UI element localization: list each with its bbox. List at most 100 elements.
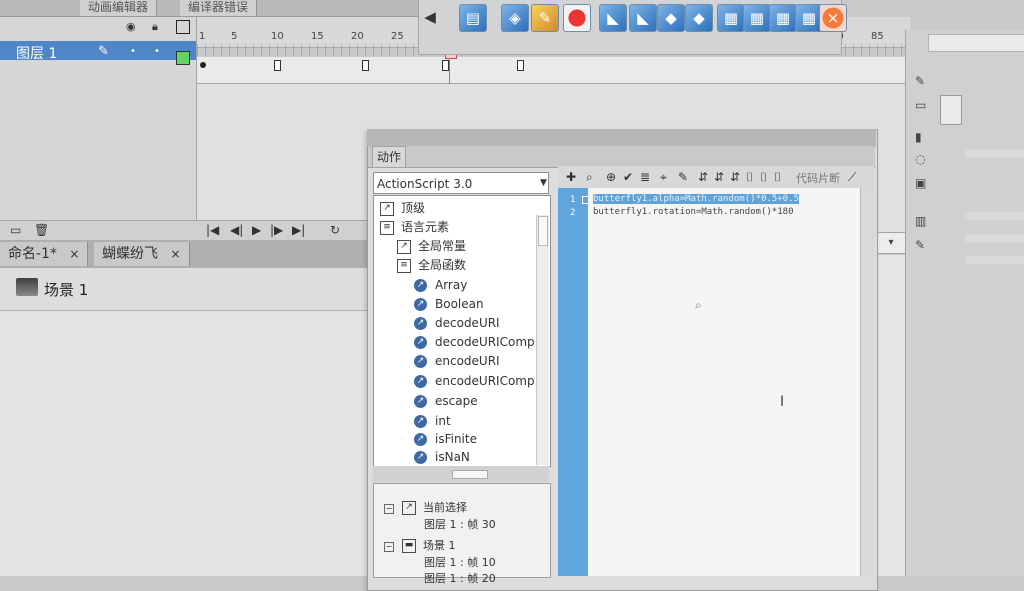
- layer-visibility-dot[interactable]: •: [130, 46, 136, 57]
- tool-icon[interactable]: ▣: [915, 176, 929, 190]
- tree-item-function[interactable]: ↗ decodeURIComp...: [414, 333, 546, 351]
- chevron-down-icon[interactable]: ▼: [540, 178, 547, 188]
- keyframe-box[interactable]: [517, 60, 524, 71]
- code-hint-icon[interactable]: ⌖: [660, 170, 667, 185]
- pencil-icon[interactable]: ✎: [531, 4, 559, 32]
- shape-icon[interactable]: ◆: [657, 4, 685, 32]
- layer-lock-dot[interactable]: •: [154, 46, 160, 57]
- keyframe[interactable]: [200, 62, 206, 68]
- prev-frame-icon[interactable]: ◀|: [230, 223, 243, 237]
- tree-item-function[interactable]: ↗ encodeURI: [414, 352, 500, 370]
- tree-item-function[interactable]: ↗ decodeURI: [414, 314, 500, 332]
- tab-compiler-errors[interactable]: 编译器错误: [180, 0, 258, 16]
- code-icon[interactable]: ◈: [501, 4, 529, 32]
- tool-icon[interactable]: ▮: [915, 130, 929, 144]
- image-icon[interactable]: ▦: [717, 4, 745, 32]
- record-icon[interactable]: [563, 4, 591, 32]
- image-icon[interactable]: ▦: [769, 4, 797, 32]
- tab-motion-editor[interactable]: 动画编辑器: [80, 0, 158, 16]
- scrollbar-thumb[interactable]: [538, 216, 548, 246]
- loop-icon[interactable]: ↻: [330, 223, 340, 237]
- close-icon[interactable]: ×: [170, 247, 180, 261]
- tool-icon[interactable]: ✎: [915, 238, 929, 252]
- new-layer-icon[interactable]: ▭: [10, 223, 21, 237]
- property-field[interactable]: [965, 150, 1024, 158]
- close-circle-icon[interactable]: ×: [819, 4, 847, 32]
- tree-item-function[interactable]: ↗ isFinite: [414, 430, 477, 448]
- actions-titlebar[interactable]: [367, 129, 876, 147]
- display-icon[interactable]: ▤: [459, 4, 487, 32]
- stage-area[interactable]: [0, 311, 380, 576]
- auto-format-icon[interactable]: ≣: [640, 170, 650, 184]
- scene-label[interactable]: 场景 1: [44, 279, 88, 300]
- tab-actions[interactable]: 动作: [372, 146, 406, 167]
- tree-scrollbar[interactable]: [536, 215, 549, 465]
- image-icon[interactable]: ▦: [743, 4, 771, 32]
- keyframe-box[interactable]: [442, 60, 449, 71]
- tool-icon[interactable]: ▥: [915, 214, 929, 228]
- shape-icon[interactable]: ◣: [599, 4, 627, 32]
- editor-scrollbar[interactable]: [860, 188, 875, 576]
- splitter-grip[interactable]: [452, 470, 488, 479]
- add-statement-icon[interactable]: ✚: [566, 170, 576, 184]
- scope-item-current-selection[interactable]: − ↗ 当前选择: [384, 499, 467, 515]
- last-frame-icon[interactable]: ▶|: [292, 223, 305, 237]
- tree-item-function[interactable]: ↗ isNaN: [414, 448, 470, 466]
- code-line[interactable]: butterfly1.rotation=Math.random()*180: [593, 207, 793, 217]
- lock-icon[interactable]: 🔒︎: [152, 20, 166, 33]
- check-syntax-icon[interactable]: ✔: [623, 170, 633, 184]
- code-snippets-button[interactable]: 代码片断: [796, 170, 840, 186]
- tree-item-global-functions[interactable]: ≡ 全局函数: [397, 256, 466, 274]
- tree-item-function[interactable]: ↗ Boolean: [414, 295, 484, 313]
- collapse-icon[interactable]: −: [384, 504, 394, 514]
- expand-all-icon[interactable]: ⇵: [730, 170, 740, 184]
- frames-row[interactable]: [197, 57, 909, 84]
- first-frame-icon[interactable]: |◀: [206, 223, 219, 237]
- shape-icon[interactable]: ◣: [629, 4, 657, 32]
- color-swatch[interactable]: [940, 95, 962, 125]
- close-icon[interactable]: ×: [69, 247, 79, 261]
- code-line[interactable]: butterfly1.alpha=Math.random()*0.5+0.5: [593, 194, 799, 204]
- next-frame-icon[interactable]: |▶: [270, 223, 283, 237]
- uncomment-icon[interactable]: ⌷: [774, 170, 781, 185]
- tree-item-function[interactable]: ↗ encodeURIComp...: [414, 372, 546, 390]
- layer-outline-color[interactable]: [176, 51, 190, 65]
- property-field[interactable]: [965, 212, 1024, 220]
- keyframe-box[interactable]: [274, 60, 281, 71]
- tree-item-function[interactable]: ↗ int: [414, 412, 451, 430]
- find-icon[interactable]: ⌕: [586, 170, 593, 185]
- collapse-icon[interactable]: −: [384, 542, 394, 552]
- outline-icon[interactable]: [176, 20, 190, 34]
- collapse-arrow-icon[interactable]: ◀: [423, 4, 437, 30]
- tree-item-function[interactable]: ↗ Array: [414, 276, 467, 294]
- tree-item-language-elements[interactable]: ≡ 语言元素: [380, 218, 449, 236]
- scope-item-frame[interactable]: 图层 1 : 帧 20: [424, 570, 496, 586]
- tool-icon[interactable]: ✎: [915, 74, 929, 88]
- property-field[interactable]: [965, 256, 1024, 264]
- scope-item-scene[interactable]: − ▬ 场景 1: [384, 537, 456, 553]
- keyframe-box[interactable]: [362, 60, 369, 71]
- language-select[interactable]: ActionScript 3.0: [373, 172, 549, 194]
- scope-item-frame[interactable]: 图层 1 : 帧 30: [424, 516, 496, 532]
- tool-icon[interactable]: ◌: [915, 152, 929, 166]
- tool-icon[interactable]: ▭: [915, 98, 929, 112]
- wand-icon[interactable]: ⟋: [848, 170, 856, 185]
- debug-icon[interactable]: ✎: [678, 170, 688, 184]
- comment-line-icon[interactable]: ⌷: [760, 170, 767, 185]
- tree-item-global-constants[interactable]: ↗ 全局常量: [397, 237, 466, 255]
- collapse-braces-icon[interactable]: ⇵: [698, 170, 708, 184]
- play-icon[interactable]: ▶: [252, 223, 261, 237]
- trash-icon[interactable]: 🗑︎: [34, 223, 49, 237]
- scope-item-frame[interactable]: 图层 1 : 帧 10: [424, 554, 496, 570]
- property-field[interactable]: [965, 234, 1024, 242]
- collapse-selection-icon[interactable]: ⇵: [714, 170, 724, 184]
- comment-block-icon[interactable]: ⌷: [746, 170, 753, 185]
- tree-item-function[interactable]: ↗ escape: [414, 392, 478, 410]
- tree-item-top-level[interactable]: ↗ 顶级: [380, 199, 425, 217]
- shape-icon[interactable]: ◆: [685, 4, 713, 32]
- doc-tab[interactable]: 命名-1* ×: [0, 242, 89, 266]
- search-input[interactable]: [928, 34, 1024, 52]
- eye-icon[interactable]: ◉: [126, 20, 140, 33]
- script-editor[interactable]: [588, 188, 860, 576]
- target-icon[interactable]: ⊕: [606, 170, 616, 184]
